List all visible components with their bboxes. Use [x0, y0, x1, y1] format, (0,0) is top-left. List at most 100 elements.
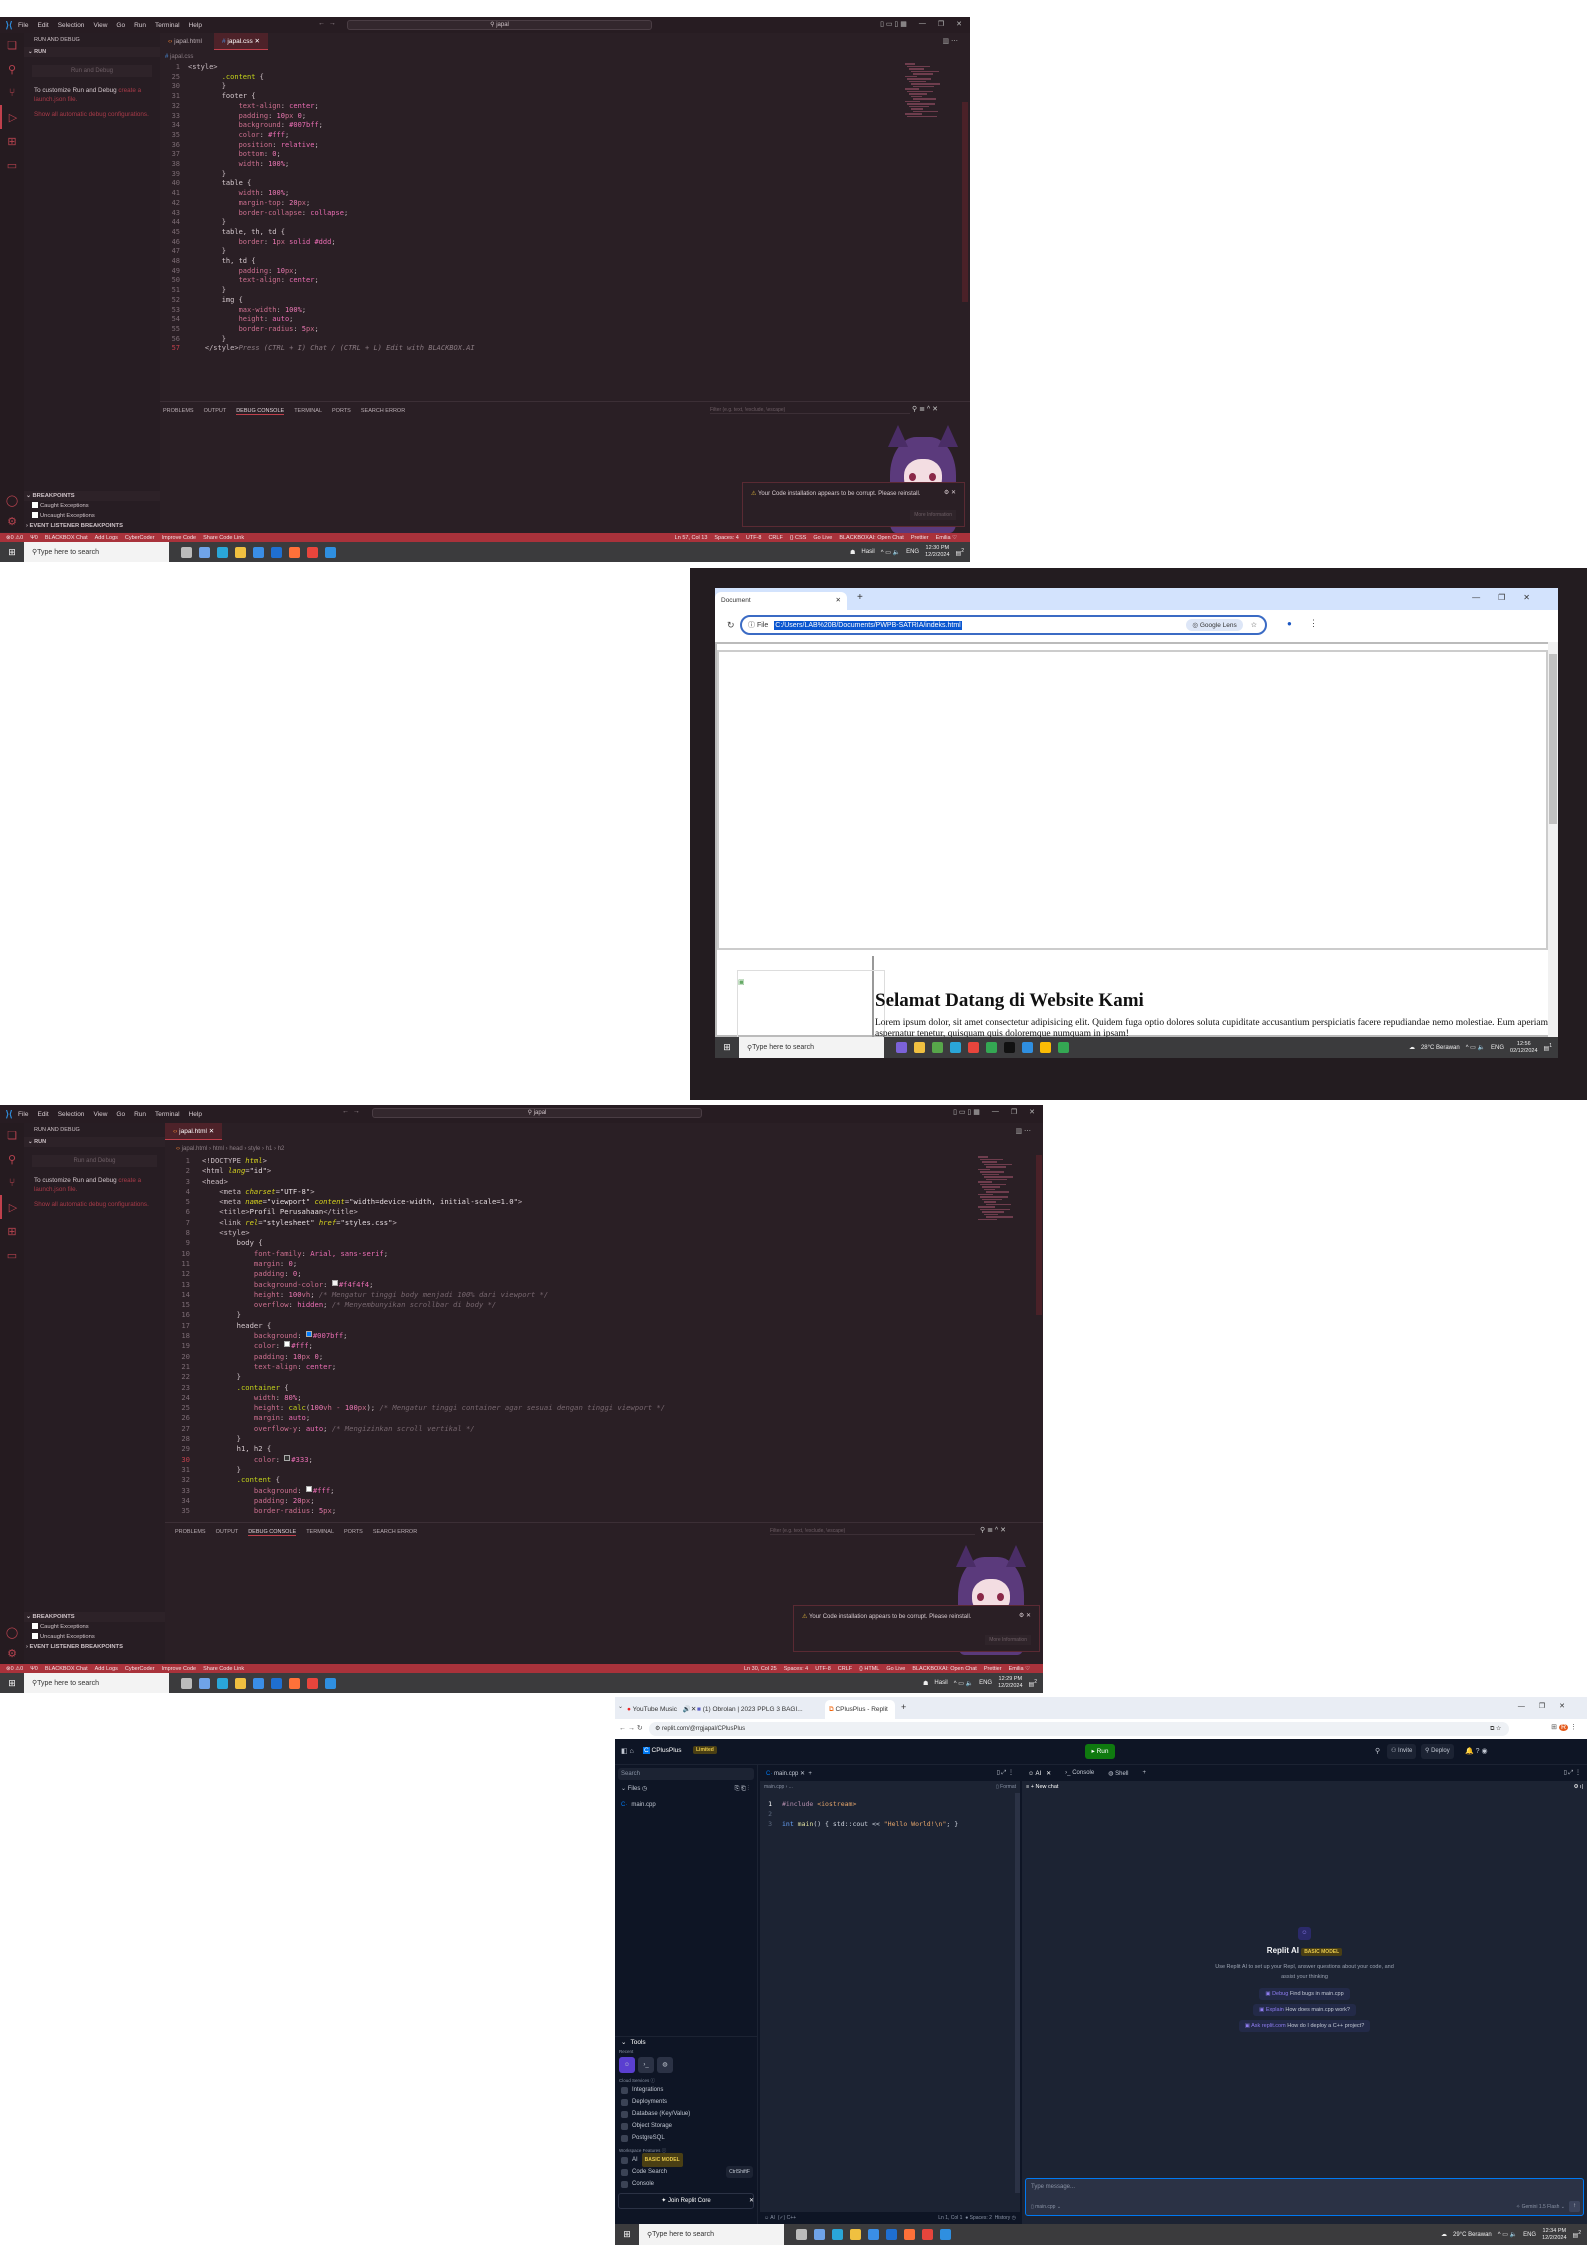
status-right[interactable]: Ln 1, Col 1 ● Spaces: 2 History ◷ — [938, 2215, 1016, 2221]
run-debug-icon[interactable]: ▷ — [0, 105, 24, 129]
list-item[interactable]: Share Code Link — [203, 1666, 244, 1672]
language-indicator[interactable]: ENG — [1491, 1045, 1504, 1051]
tab-japal-html[interactable]: ‹› japal.html — [160, 33, 210, 50]
clock[interactable]: 12:29 PM 12/2/2024 — [998, 1676, 1022, 1690]
list-item[interactable]: Run — [134, 1111, 146, 1118]
tools-header[interactable]: ⌄ Tools — [615, 2037, 757, 2049]
app-icon[interactable] — [932, 1042, 943, 1053]
caught-exceptions-checkbox[interactable]: Caught Exceptions — [24, 1622, 165, 1632]
editor-breadcrumb[interactable]: main.cpp › ... — [764, 1784, 793, 1790]
list-item[interactable]: View — [93, 22, 107, 29]
pane-actions-icons[interactable]: ▯ ⤢ ⋮ — [997, 1769, 1014, 1777]
more-information-button[interactable]: More Information — [910, 510, 956, 520]
vscode-icon[interactable] — [325, 1677, 336, 1689]
panel-tabs[interactable]: PROBLEMS OUTPUT DEBUG CONSOLE TERMINAL PORTS… — [175, 1529, 417, 1536]
language-indicator[interactable]: ENG — [906, 549, 919, 555]
nav-back-forward-icon[interactable]: ← → — [318, 20, 336, 27]
tiktok-icon[interactable] — [1004, 1042, 1015, 1053]
suggestion-button[interactable]: ▣ Ask replit.com How do I deploy a C++ p… — [1238, 2020, 1371, 2032]
tab-youtube-music[interactable]: ● YouTube Music 🔊✕ — [627, 1701, 696, 1719]
cloud-service-item[interactable]: Database (Key/Value) — [615, 2108, 757, 2120]
chrome-icon[interactable] — [307, 1677, 318, 1689]
weather-widget[interactable]: 29°C Berawan — [1453, 2232, 1492, 2238]
outlook-icon[interactable] — [271, 546, 282, 558]
list-item[interactable]: Help — [189, 1111, 202, 1118]
panel-tab-ports[interactable]: PORTS — [332, 408, 351, 415]
search-input[interactable]: Search — [618, 1768, 754, 1780]
weather-widget[interactable]: 28°C Berawan — [1421, 1045, 1460, 1051]
editor-tab-main-cpp[interactable]: C· main.cpp ✕ + — [766, 1770, 812, 1777]
debug-console-filter-input[interactable]: Filter (e.g. text, !exclude, \escape) — [770, 1528, 975, 1535]
back-forward-reload-icons[interactable]: ← → ↻ — [619, 1724, 643, 1732]
firefox-icon[interactable] — [289, 1677, 300, 1689]
list-item[interactable]: ⊗0 ⚠0 — [6, 535, 23, 541]
taskbar-search-box[interactable]: ⚲ Type here to search — [739, 1037, 884, 1058]
source-control-icon[interactable]: ⑂ — [0, 1171, 24, 1195]
list-item[interactable]: CRLF — [768, 535, 782, 541]
list-item[interactable]: {} CSS — [790, 535, 807, 541]
restore-icon[interactable]: ❐ — [938, 20, 944, 28]
layout-icons[interactable]: ▯ ▭ ▯ ▦ — [880, 20, 907, 28]
split-editor-icon[interactable]: ▥ ⋯ — [942, 37, 958, 45]
window-controls[interactable]: —❐✕ — [1472, 593, 1548, 602]
list-item[interactable]: Add Logs — [95, 535, 118, 541]
file-explorer-icon[interactable] — [235, 1677, 246, 1689]
panel-tab-output[interactable]: OUTPUT — [204, 408, 227, 415]
format-button[interactable]: ▯ Format — [996, 1784, 1016, 1790]
window-controls[interactable]: ▯ ▭ ▯ ▦ — ❐ ✕ — [953, 1108, 1035, 1116]
color-swatch[interactable] — [331, 1279, 338, 1286]
page-scrollbar[interactable] — [1548, 642, 1558, 1037]
event-listener-breakpoints-header[interactable]: › EVENT LISTENER BREAKPOINTS — [24, 1642, 165, 1652]
search-icon[interactable]: ⚲ — [1375, 1747, 1380, 1755]
list-item[interactable]: File — [18, 1111, 28, 1118]
panel-tabs[interactable]: PROBLEMS OUTPUT DEBUG CONSOLE TERMINAL PORTS… — [163, 408, 405, 415]
uncaught-exceptions-checkbox[interactable]: Uncaught Exceptions — [24, 1632, 165, 1642]
search-icon[interactable]: ⚲ — [0, 1147, 24, 1171]
tool-ai[interactable]: AI BASIC MODEL — [615, 2153, 757, 2167]
extensions-profile-menu-icons[interactable]: ⊞ R ⋮ — [1551, 1723, 1577, 1731]
notification-center-icon[interactable]: ▤2 — [1573, 2230, 1581, 2239]
show-debug-configurations-link[interactable]: Show all automatic debug configurations. — [34, 111, 149, 118]
file-main-cpp[interactable]: C· main.cpp — [615, 1799, 757, 1811]
copilot-icon[interactable] — [896, 1042, 907, 1053]
vscode-icon[interactable] — [1022, 1042, 1033, 1053]
panel-tab-search-error[interactable]: SEARCH ERROR — [373, 1529, 417, 1536]
close-tab-icon[interactable]: ✕ — [255, 38, 260, 45]
list-item[interactable]: Improve Code — [162, 535, 197, 541]
new-tab-icon[interactable]: + — [1142, 1770, 1146, 1776]
debug-console-filter-input[interactable]: Filter (e.g. text, !exclude, \escape) — [710, 407, 910, 414]
store-icon[interactable] — [199, 546, 210, 558]
site-info-icon[interactable]: ⓘ — [748, 620, 755, 630]
windows-start-icon[interactable]: ⊞ — [715, 1042, 739, 1053]
edge-icon[interactable] — [832, 2229, 843, 2240]
new-tab-icon[interactable]: + — [901, 1702, 906, 1712]
color-swatch[interactable] — [305, 1485, 312, 1492]
editor-scrollbar[interactable] — [1015, 1793, 1020, 2193]
code-editor[interactable]: 1 #include <iostream> 2 3 int main() { std::… — [764, 1799, 958, 1829]
microsoft-store-icon[interactable] — [868, 2229, 879, 2240]
list-item[interactable]: ⊗0 ⚠0 — [6, 1666, 23, 1672]
list-item[interactable]: Help — [189, 22, 202, 29]
url-text-selected[interactable]: C:/Users/LAB%20B/Documents/PWPB-SATRIA/i… — [774, 620, 962, 630]
edge-icon[interactable] — [217, 1677, 228, 1689]
repl-name[interactable]: C CPlusPlus — [643, 1747, 682, 1754]
panel-tab-problems[interactable]: PROBLEMS — [163, 408, 194, 415]
suggestion-button[interactable]: ▣ Debug Find bugs in main.cpp — [1259, 1988, 1350, 2000]
list-item[interactable]: Edit — [37, 22, 48, 29]
new-tab-icon[interactable]: + — [857, 592, 863, 603]
google-lens-button[interactable]: ◎ Google Lens — [1186, 619, 1243, 631]
new-chat-button[interactable]: + New chat — [1031, 1784, 1059, 1790]
close-icon[interactable]: ✕ — [1029, 1108, 1035, 1116]
run-section-header[interactable]: ⌄ RUN — [24, 47, 160, 57]
list-item[interactable]: Share Code Link — [203, 535, 244, 541]
tray-icons[interactable]: ^ ▭ 🔈 — [954, 1680, 973, 1687]
notification-center-icon[interactable]: ▤2 — [956, 548, 964, 557]
send-button[interactable]: ↑ — [1569, 2201, 1580, 2212]
run-and-debug-button[interactable]: Run and Debug — [32, 65, 152, 77]
chat-settings-icon[interactable]: ⚙ ı| — [1574, 1784, 1583, 1790]
outlook-icon[interactable] — [271, 1677, 282, 1689]
tray-icons[interactable]: ^ ▭ 🔈 — [1498, 2231, 1517, 2238]
list-item[interactable]: Go — [116, 1111, 125, 1118]
code-editor[interactable]: 1 <style> 25 .content {30 } 31 footer {32 t… — [160, 63, 475, 354]
show-debug-configurations-link[interactable]: Show all automatic debug configurations. — [34, 1201, 149, 1208]
